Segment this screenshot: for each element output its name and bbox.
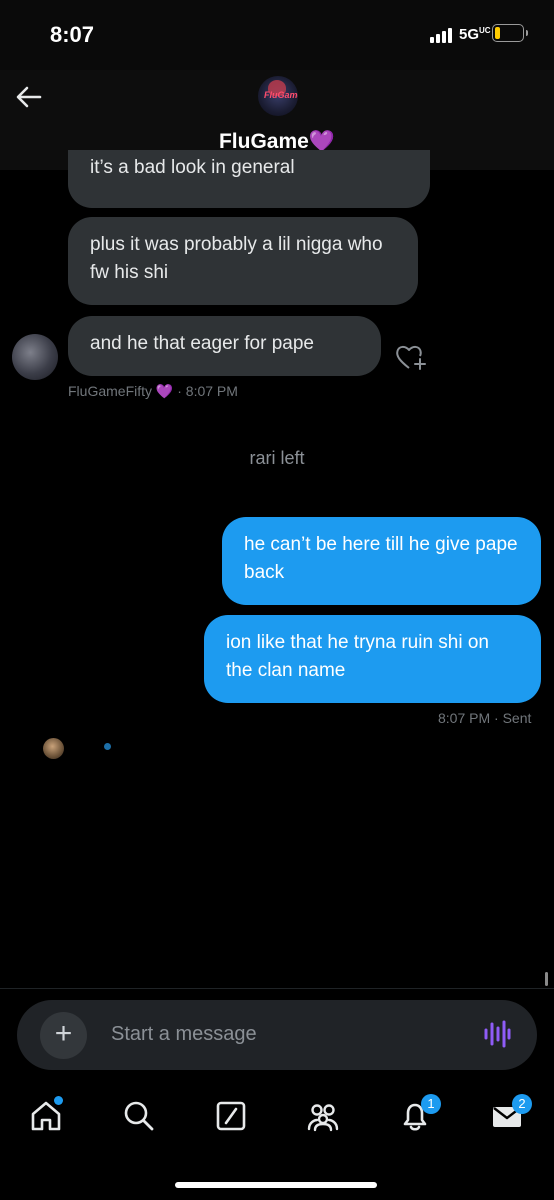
add-media-button[interactable]: + xyxy=(40,1012,87,1059)
grok-icon[interactable] xyxy=(213,1098,249,1134)
communities-icon[interactable] xyxy=(305,1098,341,1134)
message-bubble-incoming[interactable]: and he that eager for pape xyxy=(68,316,381,376)
message-bubble-outgoing[interactable]: he can’t be here till he give pape back xyxy=(222,517,541,605)
sent-status: 8:07 PM · Sent xyxy=(438,710,532,726)
signal-icon xyxy=(430,27,454,43)
message-bubble-incoming[interactable]: it’s a bad look in general xyxy=(68,150,430,208)
typing-indicator xyxy=(104,743,111,750)
divider xyxy=(0,988,554,989)
seen-avatar xyxy=(43,738,64,759)
back-arrow-icon[interactable] xyxy=(14,82,44,112)
status-time: 8:07 xyxy=(50,22,95,47)
network-label: 5GUC xyxy=(459,26,491,43)
battery-icon xyxy=(492,24,528,42)
message-composer[interactable] xyxy=(17,1000,537,1070)
message-bubble-outgoing[interactable]: ion like that he tryna ruin shi on the c… xyxy=(204,615,541,703)
sender-meta: FluGameFifty 💜 · 8:07 PM xyxy=(68,383,238,399)
messages-badge: 2 xyxy=(512,1094,532,1114)
message-bubble-incoming[interactable]: plus it was probably a lil nigga who fw … xyxy=(68,217,418,305)
system-message: rari left xyxy=(249,448,305,468)
scrollbar[interactable] xyxy=(545,972,548,986)
home-badge-dot xyxy=(54,1096,63,1105)
header-avatar[interactable]: FluGame xyxy=(258,76,298,116)
add-reaction-icon[interactable] xyxy=(394,342,428,372)
sender-avatar[interactable] xyxy=(12,334,58,380)
voice-message-icon[interactable] xyxy=(483,1019,511,1049)
message-input[interactable]: Start a message xyxy=(111,1023,257,1046)
notifications-badge: 1 xyxy=(421,1094,441,1114)
home-indicator[interactable] xyxy=(175,1182,377,1188)
search-icon[interactable] xyxy=(121,1098,157,1134)
